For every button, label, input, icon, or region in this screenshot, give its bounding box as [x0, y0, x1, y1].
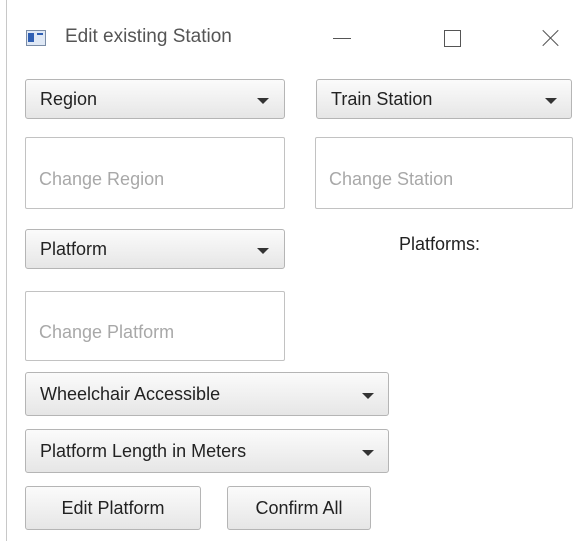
chevron-down-icon — [362, 393, 374, 399]
app-window-icon — [26, 30, 46, 46]
region-dropdown[interactable]: Region — [25, 79, 285, 119]
confirm-all-button-label: Confirm All — [255, 498, 343, 518]
edit-platform-button-label: Edit Platform — [61, 498, 165, 518]
minimize-icon — [333, 37, 351, 39]
chevron-down-icon — [257, 98, 269, 104]
platform-length-dropdown[interactable]: Platform Length in Meters — [25, 429, 389, 473]
train-station-dropdown-label: Train Station — [331, 89, 433, 109]
confirm-all-button[interactable]: Confirm All — [227, 486, 371, 530]
maximize-icon — [443, 29, 461, 47]
change-platform-input[interactable] — [26, 292, 284, 360]
platform-dropdown[interactable]: Platform — [25, 229, 285, 269]
change-station-field[interactable] — [315, 137, 573, 209]
change-region-input[interactable] — [26, 138, 284, 208]
edit-platform-button[interactable]: Edit Platform — [25, 486, 201, 530]
window-left-border — [0, 0, 7, 541]
close-icon — [542, 29, 560, 47]
chevron-down-icon — [257, 248, 269, 254]
maximize-button[interactable] — [430, 18, 474, 58]
change-station-input[interactable] — [316, 138, 572, 208]
platform-dropdown-label: Platform — [40, 239, 108, 259]
wheelchair-accessible-dropdown-label: Wheelchair Accessible — [40, 384, 221, 404]
platform-length-dropdown-label: Platform Length in Meters — [40, 441, 247, 461]
region-dropdown-label: Region — [40, 89, 98, 109]
close-button[interactable] — [529, 18, 573, 58]
minimize-button[interactable] — [320, 18, 364, 58]
chevron-down-icon — [545, 98, 557, 104]
train-station-dropdown[interactable]: Train Station — [316, 79, 572, 119]
window-title: Edit existing Station — [65, 26, 232, 47]
change-platform-field[interactable] — [25, 291, 285, 361]
wheelchair-accessible-dropdown[interactable]: Wheelchair Accessible — [25, 372, 389, 416]
change-region-field[interactable] — [25, 137, 285, 209]
platforms-label: Platforms: — [399, 234, 481, 254]
chevron-down-icon — [362, 450, 374, 456]
